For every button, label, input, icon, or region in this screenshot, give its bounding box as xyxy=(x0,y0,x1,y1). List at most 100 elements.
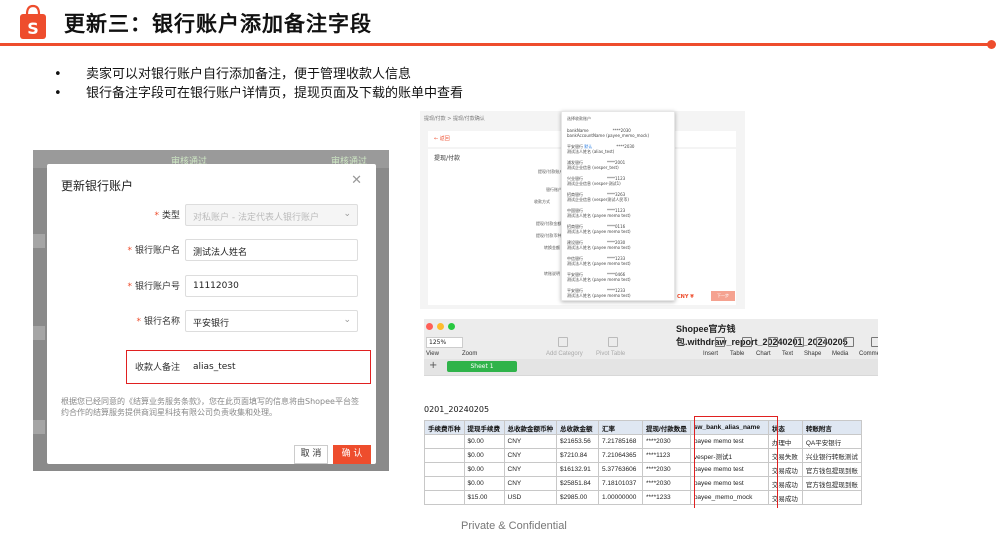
sheet-tab-bar: + Sheet 1 xyxy=(424,359,878,375)
tool-label[interactable]: Media xyxy=(832,351,848,357)
dropdown-item[interactable]: 建设银行 ****2030 测试法人姓名 (payee memo test) xyxy=(567,240,671,250)
dropdown-item[interactable]: 招商银行 ****3263 测试企业信息 (vesper测试人民币) xyxy=(567,192,671,202)
highlight-box xyxy=(694,416,778,508)
table-cell[interactable]: $21653.56 xyxy=(556,434,599,449)
tool-label[interactable]: Table xyxy=(730,351,744,357)
chevron-down-icon: ⌄ xyxy=(343,315,351,325)
background-row xyxy=(33,326,45,340)
comment-icon[interactable] xyxy=(871,337,878,347)
form-label: 提现/付款金额 xyxy=(536,221,562,226)
modal-note: 根据您已经同意的《结算业务服务条款》，您在此页面填写的信息将由Shopee平台签… xyxy=(61,397,359,417)
table-cell[interactable]: $25851.84 xyxy=(556,476,599,491)
table-cell[interactable]: $0.00 xyxy=(463,434,505,449)
pivot-table-icon[interactable] xyxy=(608,337,618,347)
account-type-select[interactable]: 对私账户 - 法定代表人银行账户 ⌄ xyxy=(185,204,358,226)
field-account-type: * 类型 对私账户 - 法定代表人银行账户 ⌄ xyxy=(47,204,376,226)
dropdown-item[interactable]: 平安银行 ****0466 测试法人姓名 (payee memo test) xyxy=(567,272,671,282)
dropdown-item[interactable]: 中信银行 ****1233 测试法人姓名 (payee memo test) xyxy=(567,256,671,266)
table-cell[interactable]: $0.00 xyxy=(463,462,505,477)
table-cell[interactable]: QA平安银行 xyxy=(801,434,862,449)
window-minimize-icon[interactable] xyxy=(437,323,444,330)
shape-icon[interactable] xyxy=(816,337,826,347)
tab-sheet-1[interactable]: Sheet 1 xyxy=(447,361,517,372)
table-cell[interactable] xyxy=(424,490,465,505)
cancel-button[interactable]: 取 消 xyxy=(294,445,328,464)
dropdown-item[interactable]: 招商银行 ****0116 测试法人姓名 (payee memo test) xyxy=(567,224,671,234)
dropdown-item[interactable]: bankName ****2030 bankAccountName (payee_m… xyxy=(567,128,671,138)
report-table: 手续费币种 提现手续费 总收款金额币种 总收款金额 汇率 提现/付款数是 sw_bank_a… xyxy=(424,420,862,505)
table-cell[interactable]: ****1233 xyxy=(642,490,691,505)
table-cell[interactable]: ****2030 xyxy=(642,434,691,449)
close-icon[interactable]: ✕ xyxy=(351,173,362,188)
bank-name-select[interactable]: 平安银行 ⌄ xyxy=(185,310,358,332)
table-cell[interactable]: 兴业银行转账测试 xyxy=(801,448,862,463)
confirm-button[interactable]: 确 认 xyxy=(333,445,371,464)
chart-icon[interactable] xyxy=(768,337,778,347)
insert-icon[interactable] xyxy=(715,337,725,347)
table-cell[interactable]: $0.00 xyxy=(463,476,505,491)
tool-label[interactable]: Zoom xyxy=(462,351,477,357)
table-cell[interactable]: CNY xyxy=(503,448,557,463)
text-icon[interactable] xyxy=(794,337,804,347)
update-account-screenshot: 审核通过 审核通过 更新银行账户 ✕ * 类型 对私账户 - 法定代表人银行账户 ⌄… xyxy=(33,150,389,471)
background-row xyxy=(33,234,45,248)
table-cell[interactable]: $2985.00 xyxy=(556,490,599,505)
add-sheet-icon[interactable]: + xyxy=(429,360,437,371)
dropdown-item[interactable]: 平安银行 默认 ****2030 测试法人姓名 (alias_test) xyxy=(567,144,671,154)
tool-label[interactable]: Shape xyxy=(804,351,821,357)
dropdown-item[interactable]: 浦发银行 ****2001 测试企业信息 (vesper_test) xyxy=(567,160,671,170)
bullet-item: 卖家可以对银行账户自行添加备注，便于管理收款人信息 xyxy=(54,65,463,84)
dropdown-item[interactable]: 中国银行 ****1123 测试法人姓名 (payee memo test) xyxy=(567,208,671,218)
field-label: * 银行名称 xyxy=(136,317,180,327)
window-zoom-icon[interactable] xyxy=(448,323,455,330)
tool-label[interactable]: Add Category xyxy=(546,351,583,357)
table-cell[interactable]: ****1123 xyxy=(642,448,691,463)
table-cell[interactable]: 7.21785168 xyxy=(598,434,643,449)
add-category-icon[interactable] xyxy=(558,337,568,347)
table-cell[interactable]: 官方钱包提现到账 xyxy=(801,476,862,491)
table-icon[interactable] xyxy=(742,337,752,347)
table-cell[interactable]: CNY xyxy=(503,434,557,449)
modal-title: 更新银行账户 xyxy=(61,179,134,193)
currency-label: CNY ¥ xyxy=(677,294,694,300)
table-cell[interactable]: 1.00000000 xyxy=(598,490,643,505)
tool-label[interactable]: Insert xyxy=(703,351,718,357)
dropdown-item[interactable]: 平安银行 ****1233 测试法人姓名 (payee memo test) xyxy=(567,288,671,298)
media-icon[interactable] xyxy=(844,337,854,347)
table-cell[interactable]: 官方钱包提现到账 xyxy=(801,462,862,477)
table-cell[interactable]: CNY xyxy=(503,476,557,491)
window-close-icon[interactable] xyxy=(426,323,433,330)
table-cell[interactable] xyxy=(424,448,465,463)
column-header: 总收款金额 xyxy=(556,420,599,435)
dropdown-item[interactable]: 兴业银行 ****1123 测试企业信息 (vesper-测试1) xyxy=(567,176,671,186)
table-cell[interactable]: USD xyxy=(503,490,557,505)
table-cell[interactable]: $0.00 xyxy=(463,448,505,463)
table-cell[interactable] xyxy=(424,462,465,477)
table-cell[interactable]: $7210.84 xyxy=(556,448,599,463)
back-link[interactable]: ← 返回 xyxy=(434,135,450,142)
table-cell[interactable]: $16132.91 xyxy=(556,462,599,477)
account-name-input[interactable]: 测试法人姓名 xyxy=(185,239,358,261)
table-cell[interactable]: 7.18101037 xyxy=(598,476,643,491)
tool-label[interactable]: Text xyxy=(782,351,793,357)
slide-title: 更新三：银行账户添加备注字段 xyxy=(64,12,372,36)
account-number-input[interactable]: 11112030 xyxy=(185,275,358,297)
tool-label[interactable]: Pivot Table xyxy=(596,351,625,357)
table-cell[interactable]: $15.00 xyxy=(463,490,505,505)
breadcrumb: 提现/付款 > 提现/付款确认 xyxy=(424,116,485,122)
table-cell[interactable] xyxy=(424,434,465,449)
next-button[interactable]: 下一步 xyxy=(711,291,735,301)
zoom-select[interactable]: 125% xyxy=(426,337,463,348)
table-cell[interactable]: CNY xyxy=(503,462,557,477)
table-cell[interactable]: 7.21064365 xyxy=(598,448,643,463)
table-cell[interactable]: ****2030 xyxy=(642,476,691,491)
tool-label[interactable]: View xyxy=(426,351,439,357)
table-cell[interactable]: 5.37763606 xyxy=(598,462,643,477)
column-header: 汇率 xyxy=(598,420,643,435)
tool-label[interactable]: Chart xyxy=(756,351,771,357)
table-cell[interactable]: ****2030 xyxy=(642,462,691,477)
tool-label[interactable]: Comment xyxy=(859,351,878,357)
field-account-name: * 银行账户名 测试法人姓名 xyxy=(47,239,376,261)
table-cell[interactable] xyxy=(424,476,465,491)
table-cell[interactable] xyxy=(801,490,862,505)
